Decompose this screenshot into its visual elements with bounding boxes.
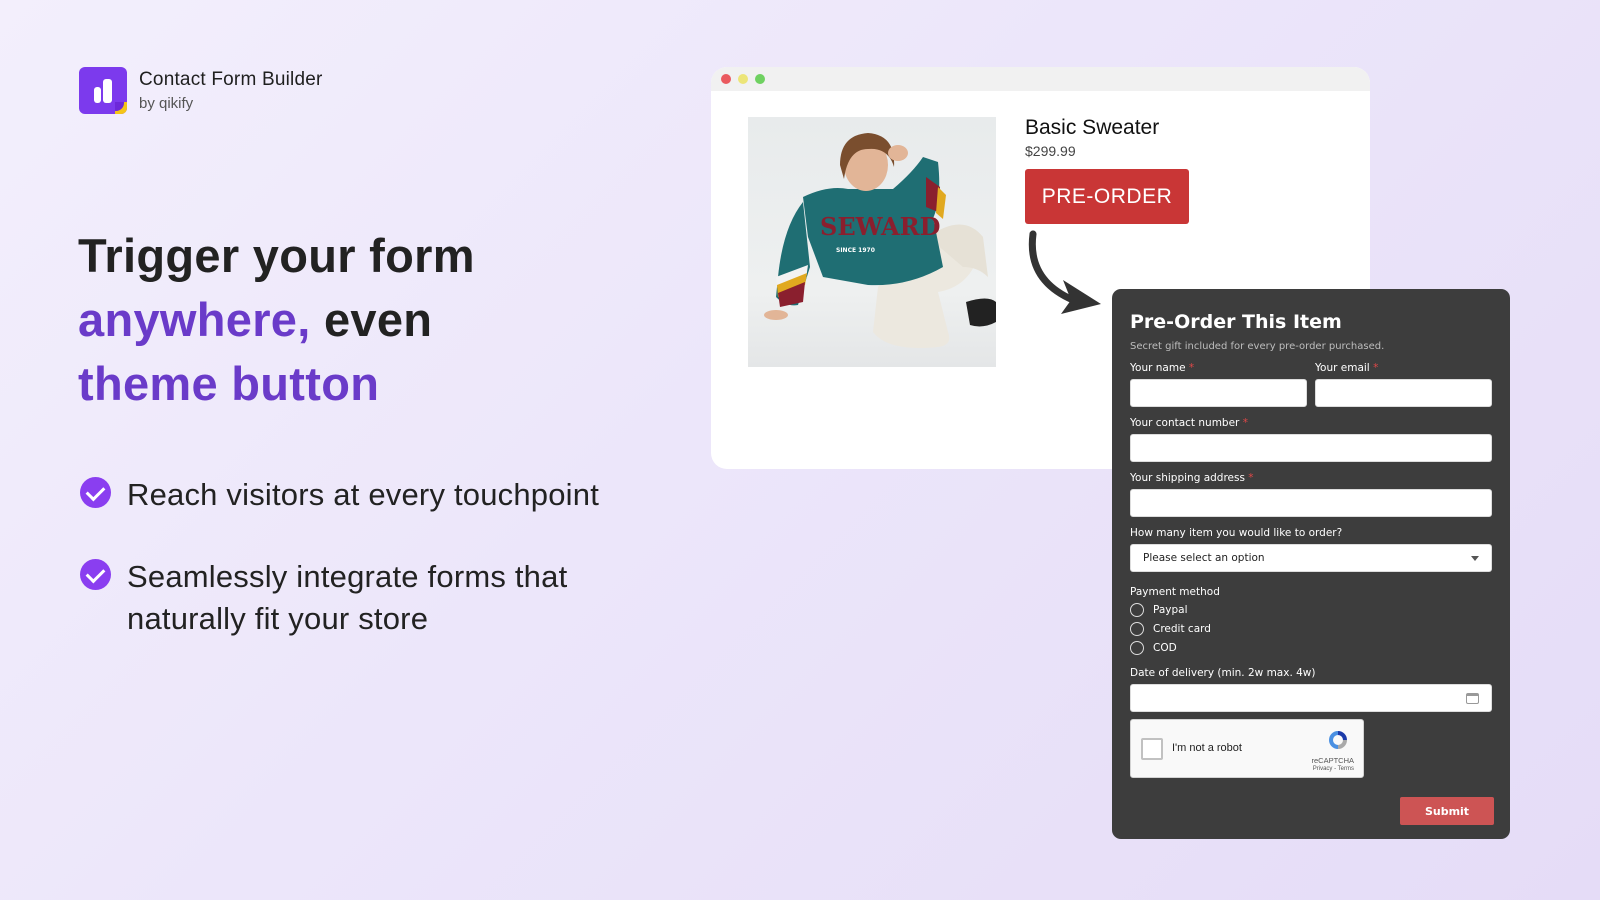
radio-icon[interactable] bbox=[1130, 622, 1144, 636]
recaptcha-label: I'm not a robot bbox=[1172, 742, 1242, 754]
headline-line-1: Trigger your form bbox=[78, 229, 475, 282]
required-marker: * bbox=[1248, 472, 1254, 484]
contact-label: Your contact number * bbox=[1130, 417, 1248, 429]
sweater-print-text: SEWARD bbox=[820, 212, 940, 241]
window-close-dot-icon bbox=[721, 74, 731, 84]
submit-button[interactable]: Submit bbox=[1400, 797, 1494, 825]
window-maximize-dot-icon bbox=[755, 74, 765, 84]
payment-option-paypal[interactable]: Paypal bbox=[1130, 603, 1492, 617]
headline-line-2-rest: even bbox=[310, 293, 433, 346]
calendar-icon[interactable] bbox=[1466, 692, 1479, 704]
app-logo-icon bbox=[79, 67, 127, 114]
payment-label: Payment method bbox=[1130, 586, 1220, 598]
radio-icon[interactable] bbox=[1130, 603, 1144, 617]
required-marker: * bbox=[1373, 362, 1379, 374]
headline-accent-1: anywhere, bbox=[78, 293, 311, 346]
window-minimize-dot-icon bbox=[738, 74, 748, 84]
quantity-select[interactable]: Please select an option bbox=[1130, 544, 1492, 572]
radio-icon[interactable] bbox=[1130, 641, 1144, 655]
browser-titlebar bbox=[711, 67, 1370, 91]
headline-accent-2: theme button bbox=[78, 357, 380, 410]
quantity-label: How many item you would like to order? bbox=[1130, 527, 1343, 539]
required-marker: * bbox=[1242, 417, 1248, 429]
form-subtitle: Secret gift included for every pre-order… bbox=[1130, 341, 1385, 352]
recaptcha-widget: I'm not a robot reCAPTCHA Privacy - Term… bbox=[1130, 719, 1364, 778]
address-label: Your shipping address * bbox=[1130, 472, 1254, 484]
product-price: $299.99 bbox=[1025, 143, 1076, 159]
required-marker: * bbox=[1188, 362, 1195, 374]
chevron-down-icon bbox=[1471, 555, 1479, 561]
feature-list: Reach visitors at every touchpoint Seaml… bbox=[80, 474, 680, 680]
recaptcha-links[interactable]: Privacy - Terms bbox=[1313, 766, 1354, 772]
recaptcha-logo-icon bbox=[1329, 731, 1347, 749]
quantity-select-value: Please select an option bbox=[1143, 552, 1265, 564]
brand-header: Contact Form Builder by qikify bbox=[79, 67, 323, 114]
app-vendor: by qikify bbox=[139, 95, 194, 112]
headline: Trigger your form anywhere, even theme b… bbox=[78, 224, 475, 416]
email-label: Your email * bbox=[1315, 362, 1379, 374]
payment-option-credit-card[interactable]: Credit card bbox=[1130, 622, 1492, 636]
recaptcha-checkbox[interactable] bbox=[1141, 738, 1163, 760]
product-title: Basic Sweater bbox=[1025, 116, 1160, 139]
check-circle-icon bbox=[80, 477, 111, 508]
email-input[interactable] bbox=[1315, 379, 1492, 407]
name-label: Your name * bbox=[1130, 362, 1195, 374]
delivery-date-label: Date of delivery (min. 2w max. 4w) bbox=[1130, 667, 1316, 679]
recaptcha-brand: reCAPTCHA bbox=[1311, 756, 1354, 765]
feature-text: Seamlessly integrate forms that naturall… bbox=[127, 559, 568, 636]
pre-order-button[interactable]: PRE-ORDER bbox=[1025, 169, 1189, 224]
contact-number-input[interactable] bbox=[1130, 434, 1492, 462]
shipping-address-input[interactable] bbox=[1130, 489, 1492, 517]
form-title: Pre-Order This Item bbox=[1130, 311, 1342, 333]
sweater-sub-text: SINCE 1970 bbox=[836, 247, 875, 254]
app-title: Contact Form Builder bbox=[139, 69, 323, 90]
feature-item: Reach visitors at every touchpoint bbox=[80, 474, 680, 516]
check-circle-icon bbox=[80, 559, 111, 590]
delivery-date-input[interactable] bbox=[1130, 684, 1492, 712]
headline-line-2: anywhere, even bbox=[78, 288, 475, 352]
product-photo-illustration: SEWARD SINCE 1970 bbox=[764, 133, 996, 348]
payment-option-cod[interactable]: COD bbox=[1130, 641, 1492, 655]
feature-item: Seamlessly integrate forms that naturall… bbox=[80, 556, 680, 640]
feature-text: Reach visitors at every touchpoint bbox=[127, 477, 600, 512]
name-input[interactable] bbox=[1130, 379, 1307, 407]
pre-order-form: Pre-Order This Item Secret gift included… bbox=[1112, 289, 1510, 839]
product-image: SEWARD SINCE 1970 bbox=[748, 117, 996, 367]
curved-arrow-icon bbox=[1028, 230, 1101, 314]
